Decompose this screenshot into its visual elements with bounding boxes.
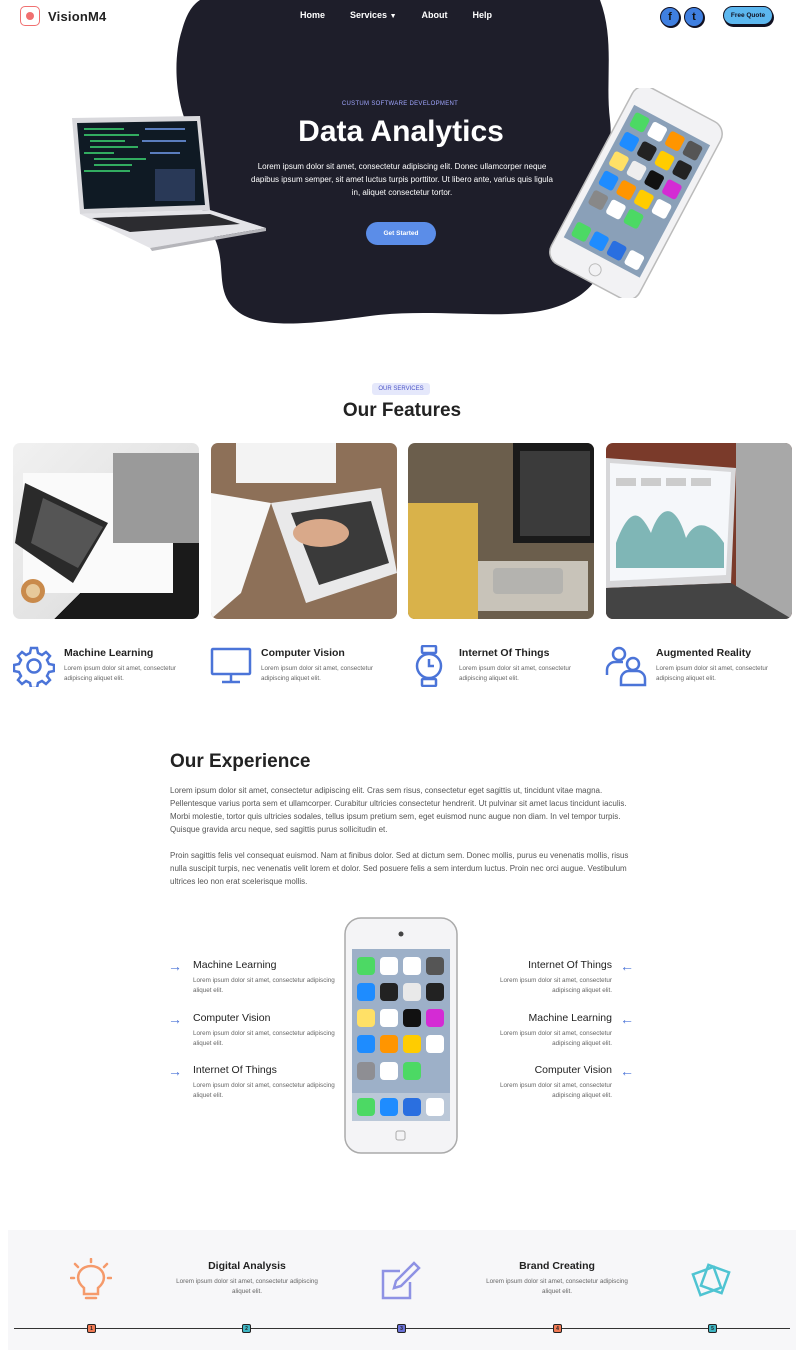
nav-about[interactable]: About: [422, 10, 448, 20]
experience-item-text: Lorem ipsum dolor sit amet, consectetur …: [500, 1030, 612, 1047]
arrow-left-icon: ←: [620, 958, 634, 974]
nav-help[interactable]: Help: [473, 10, 493, 20]
experience-item-text: Lorem ipsum dolor sit amet, consectetur …: [193, 1030, 335, 1047]
feature-text: Lorem ipsum dolor sit amet, consectetur …: [656, 665, 768, 682]
phone-illustration: [549, 88, 723, 298]
free-quote-button[interactable]: Free Quote: [723, 6, 773, 25]
watch-icon: [415, 645, 443, 687]
experience-item-right-2: Machine Learning Lorem ipsum dolor sit a…: [452, 1012, 612, 1049]
experience-item-text: Lorem ipsum dolor sit amet, consectetur …: [193, 1082, 335, 1099]
feature-title: Computer Vision: [261, 647, 345, 659]
page: VisionM4 Home Services ▼ About Help f t …: [0, 0, 800, 1350]
process-title: Brand Creating: [519, 1260, 595, 1272]
shapes-icon: [691, 1263, 731, 1297]
experience-paragraph-2: Proin sagittis felis vel consequat euism…: [170, 851, 629, 886]
experience-item-text: Lorem ipsum dolor sit amet, consectetur …: [500, 1082, 612, 1099]
feature-text: Lorem ipsum dolor sit amet, consectetur …: [261, 665, 373, 682]
services-pill: OUR SERVICES: [372, 383, 430, 395]
feature-text: Lorem ipsum dolor sit amet, consectetur …: [64, 665, 176, 682]
experience-item-left-1: Machine Learning Lorem ipsum dolor sit a…: [193, 959, 353, 996]
hero-text: Lorem ipsum dolor sit amet, consectetur …: [251, 162, 553, 197]
feature-text: Lorem ipsum dolor sit amet, consectetur …: [459, 665, 571, 682]
nav-services-label: Services: [350, 10, 388, 20]
arrow-right-icon: →: [168, 1011, 182, 1027]
edit-icon: [381, 1261, 421, 1300]
nav-services[interactable]: Services ▼: [350, 10, 397, 20]
phone-illustration: [344, 917, 458, 1154]
feature-photo-1: [13, 443, 199, 619]
feature-title: Machine Learning: [64, 647, 154, 659]
experience-title: Our Experience: [170, 751, 311, 772]
brand-name: VisionM4: [48, 8, 107, 24]
arrow-left-icon: ←: [620, 1063, 634, 1079]
experience-item-title: Machine Learning: [193, 959, 277, 971]
feature-photo-4: [606, 443, 792, 619]
gear-icon: [13, 646, 55, 687]
facebook-icon[interactable]: f: [660, 7, 680, 27]
social-links: f t: [660, 7, 704, 27]
features-title: Our Features: [342, 400, 462, 421]
lightbulb-icon: [70, 1258, 112, 1300]
experience-item-title: Internet Of Things: [528, 959, 612, 971]
step-marker-3[interactable]: 3: [397, 1324, 406, 1333]
arrow-left-icon: ←: [620, 1011, 634, 1027]
feature-photo-2: [211, 443, 397, 619]
monitor-icon: [210, 647, 252, 684]
users-icon: [605, 646, 647, 687]
step-marker-2[interactable]: 2: [242, 1324, 251, 1333]
experience-item-title: Internet Of Things: [193, 1064, 277, 1076]
process-text: Lorem ipsum dolor sit amet, consectetur …: [176, 1278, 318, 1295]
feature-title: Internet Of Things: [459, 647, 550, 659]
experience-item-text: Lorem ipsum dolor sit amet, consectetur …: [500, 977, 612, 994]
twitter-icon[interactable]: t: [684, 7, 704, 27]
main-nav: Home Services ▼ About Help: [300, 10, 492, 20]
experience-item-text: Lorem ipsum dolor sit amet, consectetur …: [193, 977, 335, 994]
experience-item-right-3: Computer Vision Lorem ipsum dolor sit am…: [452, 1064, 612, 1101]
chevron-down-icon: ▼: [389, 13, 397, 20]
experience-item-title: Computer Vision: [193, 1012, 271, 1024]
step-marker-1[interactable]: 1: [87, 1324, 96, 1333]
experience-item-left-3: Internet Of Things Lorem ipsum dolor sit…: [193, 1064, 353, 1101]
arrow-right-icon: →: [168, 958, 182, 974]
feature-photo-3: [408, 443, 594, 619]
brand-logo[interactable]: VisionM4: [20, 6, 106, 26]
experience-item-title: Machine Learning: [528, 1012, 612, 1024]
experience-item-left-2: Computer Vision Lorem ipsum dolor sit am…: [193, 1012, 353, 1049]
experience-paragraph-1: Lorem ipsum dolor sit amet, consectetur …: [170, 786, 627, 834]
experience-item-title: Computer Vision: [534, 1064, 612, 1076]
nav-home[interactable]: Home: [300, 10, 325, 20]
logo-icon: [20, 6, 40, 26]
arrow-right-icon: →: [168, 1063, 182, 1079]
step-marker-5[interactable]: 5: [708, 1324, 717, 1333]
get-started-button[interactable]: Get Started: [366, 222, 436, 245]
step-marker-4[interactable]: 4: [553, 1324, 562, 1333]
laptop-illustration: [72, 116, 266, 251]
process-text: Lorem ipsum dolor sit amet, consectetur …: [486, 1278, 628, 1295]
process-title: Digital Analysis: [208, 1260, 286, 1272]
experience-item-right-1: Internet Of Things Lorem ipsum dolor sit…: [452, 959, 612, 996]
feature-title: Augmented Reality: [656, 647, 752, 659]
